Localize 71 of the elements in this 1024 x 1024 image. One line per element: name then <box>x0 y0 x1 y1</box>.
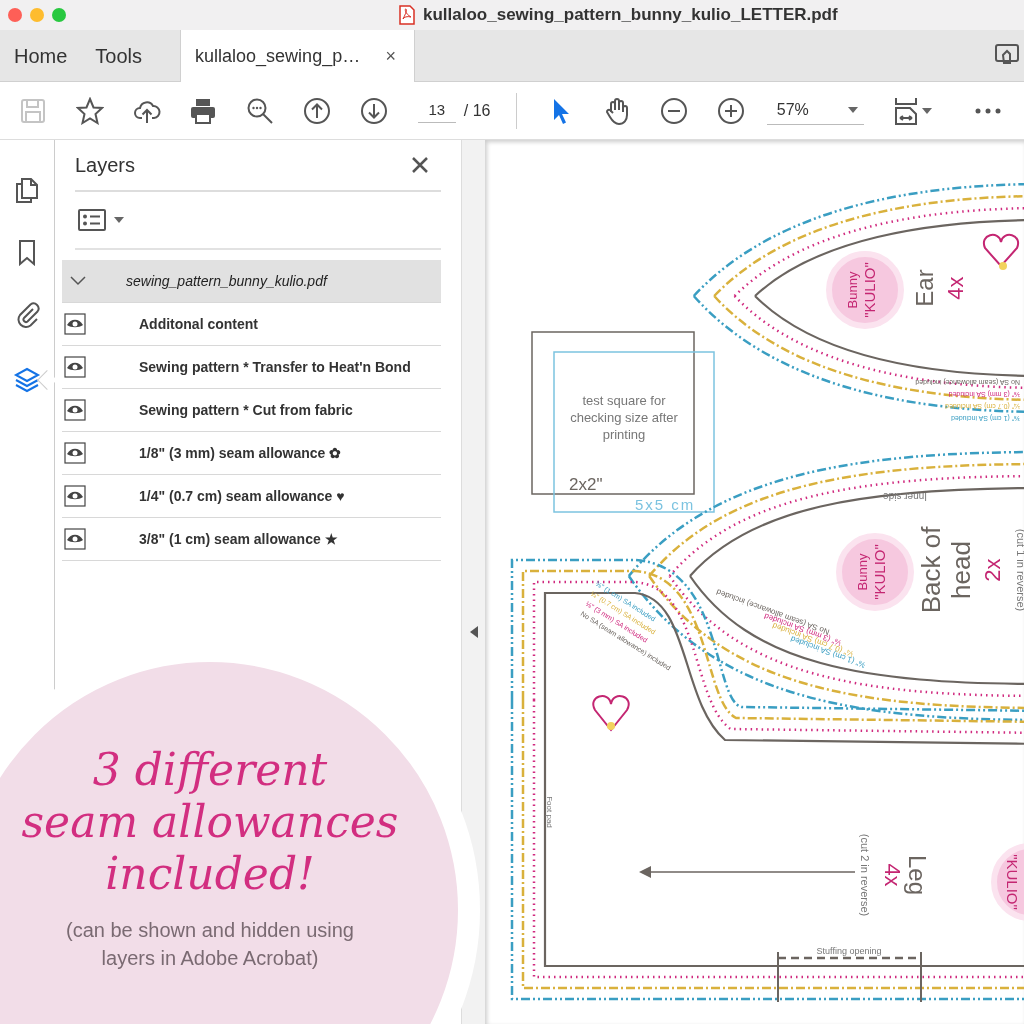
piece-name: Leg <box>904 855 931 895</box>
eye-icon <box>64 399 86 421</box>
page-number-field[interactable]: 13 <box>417 97 456 124</box>
cm-size-label: 5x5 cm <box>635 496 696 513</box>
badge-text: Bunny <box>845 271 860 309</box>
layer-name: 1/4" (0.7 cm) seam allowance ♥ <box>138 486 345 506</box>
piece-name: Ear <box>911 269 938 307</box>
test-square-caption: test square for checking size after printing <box>570 393 678 442</box>
minus-circle-icon <box>660 96 689 125</box>
piece-count: 4x <box>943 276 968 300</box>
printer-icon <box>189 96 218 125</box>
caret-icon <box>922 107 933 114</box>
star-icon <box>75 96 104 125</box>
down-arrow-circle-icon <box>359 96 388 125</box>
eye-icon <box>64 313 86 335</box>
tab-close-button[interactable]: × <box>381 42 401 70</box>
piece-count: 4x <box>880 863 905 887</box>
caret-icon <box>114 217 124 223</box>
visibility-toggle[interactable] <box>64 442 86 464</box>
inner-side-label: Inner side <box>883 491 927 502</box>
save-icon <box>18 96 47 125</box>
logo-heart-icon <box>592 695 630 731</box>
piece-name: Back of head <box>916 526 976 614</box>
foot-pad-label: Foot pad <box>545 796 554 828</box>
page-total: / 16 <box>463 100 491 121</box>
visibility-toggle[interactable] <box>64 313 86 335</box>
stuffing-opening-label: Stuffing opening <box>816 946 882 956</box>
up-arrow-circle-icon <box>303 96 332 125</box>
nav-tab[interactable]: Home <box>0 30 82 82</box>
visibility-toggle[interactable] <box>64 399 86 421</box>
logo-heart-icon <box>982 233 1020 270</box>
layer-name: Sewing pattern * Transfer to Heat'n Bond <box>138 357 411 377</box>
eye-icon <box>64 356 86 378</box>
badge-text: "KULIO" <box>871 544 888 600</box>
piece-count: 2x <box>980 558 1005 582</box>
eye-icon <box>64 442 86 464</box>
layer-name: 3/8" (1 cm) seam allowance ★ <box>138 529 338 549</box>
close-window-icon[interactable] <box>8 8 22 22</box>
promo-headline: 3 different seam allowances included! <box>21 744 399 900</box>
eye-icon <box>64 528 86 550</box>
layer-name: 1/8" (3 mm) seam allowance ✿ <box>138 443 342 463</box>
visibility-toggle[interactable] <box>64 356 86 378</box>
visibility-toggle[interactable] <box>64 485 86 507</box>
eye-icon <box>64 485 86 507</box>
zoom-search-icon <box>246 96 275 125</box>
layer-name: Additonal content <box>138 314 258 334</box>
badge-text: "KULIO" <box>1004 854 1021 910</box>
plus-circle-icon <box>716 96 745 125</box>
zoom-dropdown[interactable]: 57% <box>766 96 865 125</box>
inch-size-label: 2x2" <box>569 475 603 494</box>
layer-name: Sewing pattern * Cut from fabric <box>138 400 353 420</box>
cut-note: (cut 1 in reverse) <box>1015 528 1024 612</box>
nav-tab[interactable]: Tools <box>81 30 157 82</box>
visibility-toggle[interactable] <box>64 528 86 550</box>
pdf-file-icon <box>399 5 415 25</box>
layers-icon <box>13 366 41 394</box>
badge-text: "KULIO" <box>861 262 878 318</box>
document-tab[interactable]: kullaloo_sewing_p… × <box>180 30 416 82</box>
badge-text: Bunny <box>855 553 870 591</box>
window-title: kullaloo_sewing_pattern_bunny_kulio_LETTER.pdf <box>423 4 838 27</box>
promo-note: (can be shown and hidden using layers in Adobe Acrobat) <box>65 918 355 971</box>
caret-icon <box>848 107 859 113</box>
cut-note: (cut 2 in reverse) <box>859 833 871 917</box>
layer-tree-root[interactable]: sewing_pattern_bunny_kulio.pdf <box>62 260 441 303</box>
list-options-icon <box>78 208 106 232</box>
panel-title: Layers <box>75 153 136 178</box>
more-dots-icon <box>975 107 1002 114</box>
fit-page-icon <box>894 95 919 126</box>
copy-pages-icon <box>13 176 41 204</box>
collapse-arrow-icon <box>469 626 478 638</box>
close-icon <box>411 156 429 174</box>
